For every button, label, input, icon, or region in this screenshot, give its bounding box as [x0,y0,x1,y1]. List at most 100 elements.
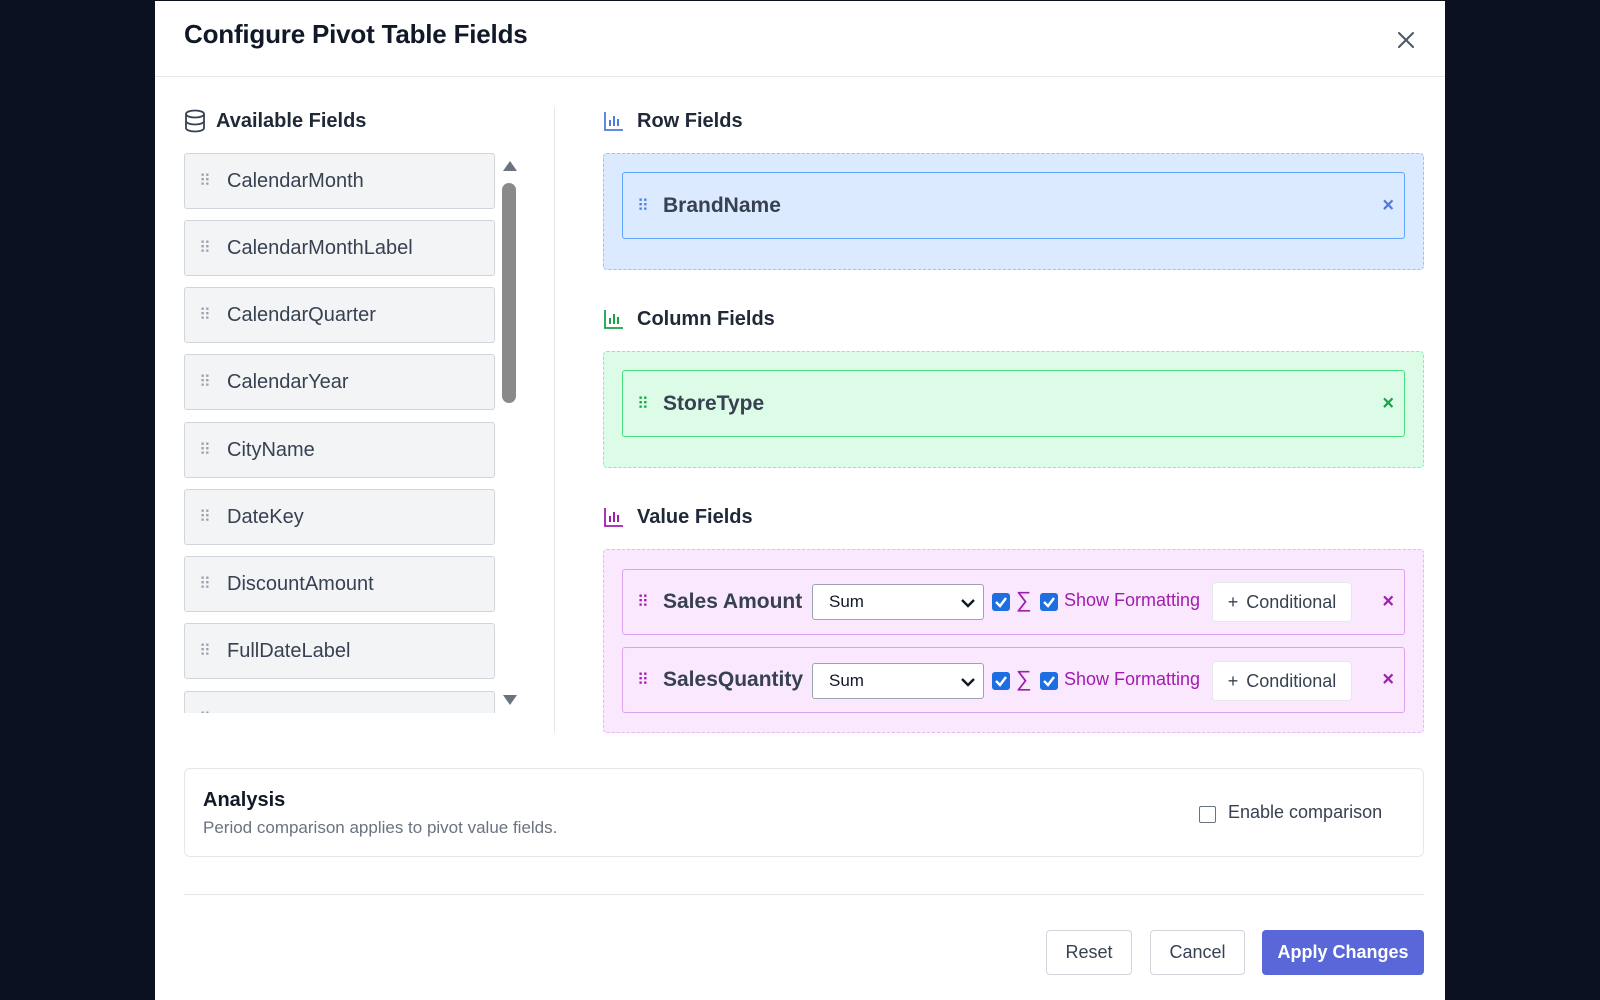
drag-handle-icon[interactable]: ⠿ [199,305,227,325]
chevron-down-icon [961,599,975,608]
reset-button[interactable]: Reset [1046,930,1132,975]
list-item[interactable]: ⠿ CalendarMonthLabel [184,220,495,276]
show-formatting-checkbox[interactable] [1040,593,1058,611]
scrollbar-thumb[interactable] [502,183,516,403]
conditional-label: Conditional [1246,670,1337,691]
value-field-chip[interactable]: ⠿ Sales Amount Sum ∑ Show Formatting + C… [622,569,1405,635]
field-label: CityName [227,438,315,461]
database-icon [185,109,205,133]
analysis-subtitle: Period comparison applies to pivot value… [203,818,558,837]
field-label: CalendarQuarter [227,303,376,326]
row-fields-dropzone[interactable]: ⠿ BrandName × [603,153,1424,270]
drag-handle-icon[interactable]: ⠿ [637,670,663,690]
sigma-icon: ∑ [1016,587,1032,612]
list-item[interactable]: ⠿ FullDateLabel [184,623,495,679]
field-label: CalendarMonth [227,169,364,192]
sum-checkbox[interactable] [992,672,1010,690]
list-item-partial[interactable]: ⠿ [184,691,495,713]
cancel-button[interactable]: Cancel [1150,930,1245,975]
value-fields-dropzone[interactable]: ⠿ Sales Amount Sum ∑ Show Formatting + C… [603,549,1424,733]
value-field-chip[interactable]: ⠿ SalesQuantity Sum ∑ Show Formatting + … [622,647,1405,713]
add-conditional-button[interactable]: + Conditional [1212,661,1352,701]
row-fields-header: Row Fields [603,107,743,135]
scroll-down-icon[interactable] [503,695,517,705]
list-item[interactable]: ⠿ CityName [184,422,495,478]
bar-chart-icon [604,112,623,131]
row-field-label: BrandName [663,193,781,217]
field-label: DiscountAmount [227,572,374,595]
check-icon [1043,676,1055,687]
aggregation-select[interactable]: Sum [812,663,984,699]
pivot-config-dialog: Configure Pivot Table Fields Available F… [155,1,1445,1000]
enable-comparison-label[interactable]: Enable comparison [1228,802,1382,823]
close-icon [1398,32,1414,48]
bar-chart-icon [604,310,623,329]
plus-icon: + [1227,670,1239,691]
available-fields-header: Available Fields [184,107,366,135]
list-item[interactable]: ⠿ DiscountAmount [184,556,495,612]
footer-divider [184,894,1424,895]
scroll-up-icon[interactable] [503,161,517,171]
drag-handle-icon[interactable]: ⠿ [199,238,227,258]
column-fields-dropzone[interactable]: ⠿ StoreType × [603,351,1424,468]
drag-handle-icon[interactable]: ⠿ [637,592,663,612]
field-label: DateKey [227,505,304,528]
chevron-down-icon [961,678,975,687]
remove-icon[interactable]: × [1382,194,1394,217]
close-button[interactable] [1391,25,1421,55]
field-label: CalendarYear [227,370,349,393]
analysis-title: Analysis [203,789,286,811]
list-item[interactable]: ⠿ CalendarQuarter [184,287,495,343]
check-icon [1043,597,1055,608]
row-field-chip[interactable]: ⠿ BrandName × [622,172,1405,239]
field-label: CalendarMonthLabel [227,236,413,259]
enable-comparison-checkbox[interactable] [1199,806,1216,823]
column-field-label: StoreType [663,391,765,415]
apply-changes-button[interactable]: Apply Changes [1262,930,1424,975]
check-icon [995,676,1007,687]
sigma-icon: ∑ [1016,666,1032,691]
value-fields-title: Value Fields [637,505,753,528]
value-field-label: Sales Amount [663,590,803,613]
value-fields-header: Value Fields [603,503,753,531]
add-conditional-button[interactable]: + Conditional [1212,582,1352,622]
fields-scrollbar[interactable] [499,153,521,713]
column-fields-title: Column Fields [637,307,775,330]
drag-handle-icon[interactable]: ⠿ [637,196,663,216]
column-divider [554,107,555,733]
dialog-header: Configure Pivot Table Fields [155,1,1445,77]
aggregation-value: Sum [829,671,864,690]
value-field-label: SalesQuantity [663,668,804,691]
aggregation-value: Sum [829,592,864,611]
show-formatting-checkbox[interactable] [1040,672,1058,690]
list-item[interactable]: ⠿ CalendarYear [184,354,495,410]
drag-handle-icon[interactable]: ⠿ [199,574,227,594]
field-label: FullDateLabel [227,639,351,662]
drag-handle-icon[interactable]: ⠿ [199,507,227,527]
drag-handle-icon[interactable]: ⠿ [637,394,663,414]
sum-checkbox[interactable] [992,593,1010,611]
row-fields-title: Row Fields [637,109,743,132]
available-fields-title: Available Fields [216,109,367,132]
dialog-title: Configure Pivot Table Fields [184,19,528,49]
remove-icon[interactable]: × [1382,392,1394,415]
available-fields-list[interactable]: ⠿ CalendarMonth ⠿ CalendarMonthLabel ⠿ C… [184,153,496,713]
list-item[interactable]: ⠿ CalendarMonth [184,153,495,209]
drag-handle-icon[interactable]: ⠿ [199,709,227,713]
remove-icon[interactable]: × [1382,669,1394,692]
drag-handle-icon[interactable]: ⠿ [199,440,227,460]
analysis-panel: Analysis Period comparison applies to pi… [184,768,1424,857]
drag-handle-icon[interactable]: ⠿ [199,372,227,392]
drag-handle-icon[interactable]: ⠿ [199,171,227,191]
show-formatting-label[interactable]: Show Formatting [1064,590,1200,611]
column-fields-header: Column Fields [603,305,775,333]
column-field-chip[interactable]: ⠿ StoreType × [622,370,1405,437]
list-item[interactable]: ⠿ DateKey [184,489,495,545]
drag-handle-icon[interactable]: ⠿ [199,641,227,661]
conditional-label: Conditional [1246,591,1337,612]
check-icon [995,597,1007,608]
show-formatting-label[interactable]: Show Formatting [1064,669,1200,690]
aggregation-select[interactable]: Sum [812,584,984,620]
bar-chart-icon [604,508,623,527]
remove-icon[interactable]: × [1382,591,1394,614]
